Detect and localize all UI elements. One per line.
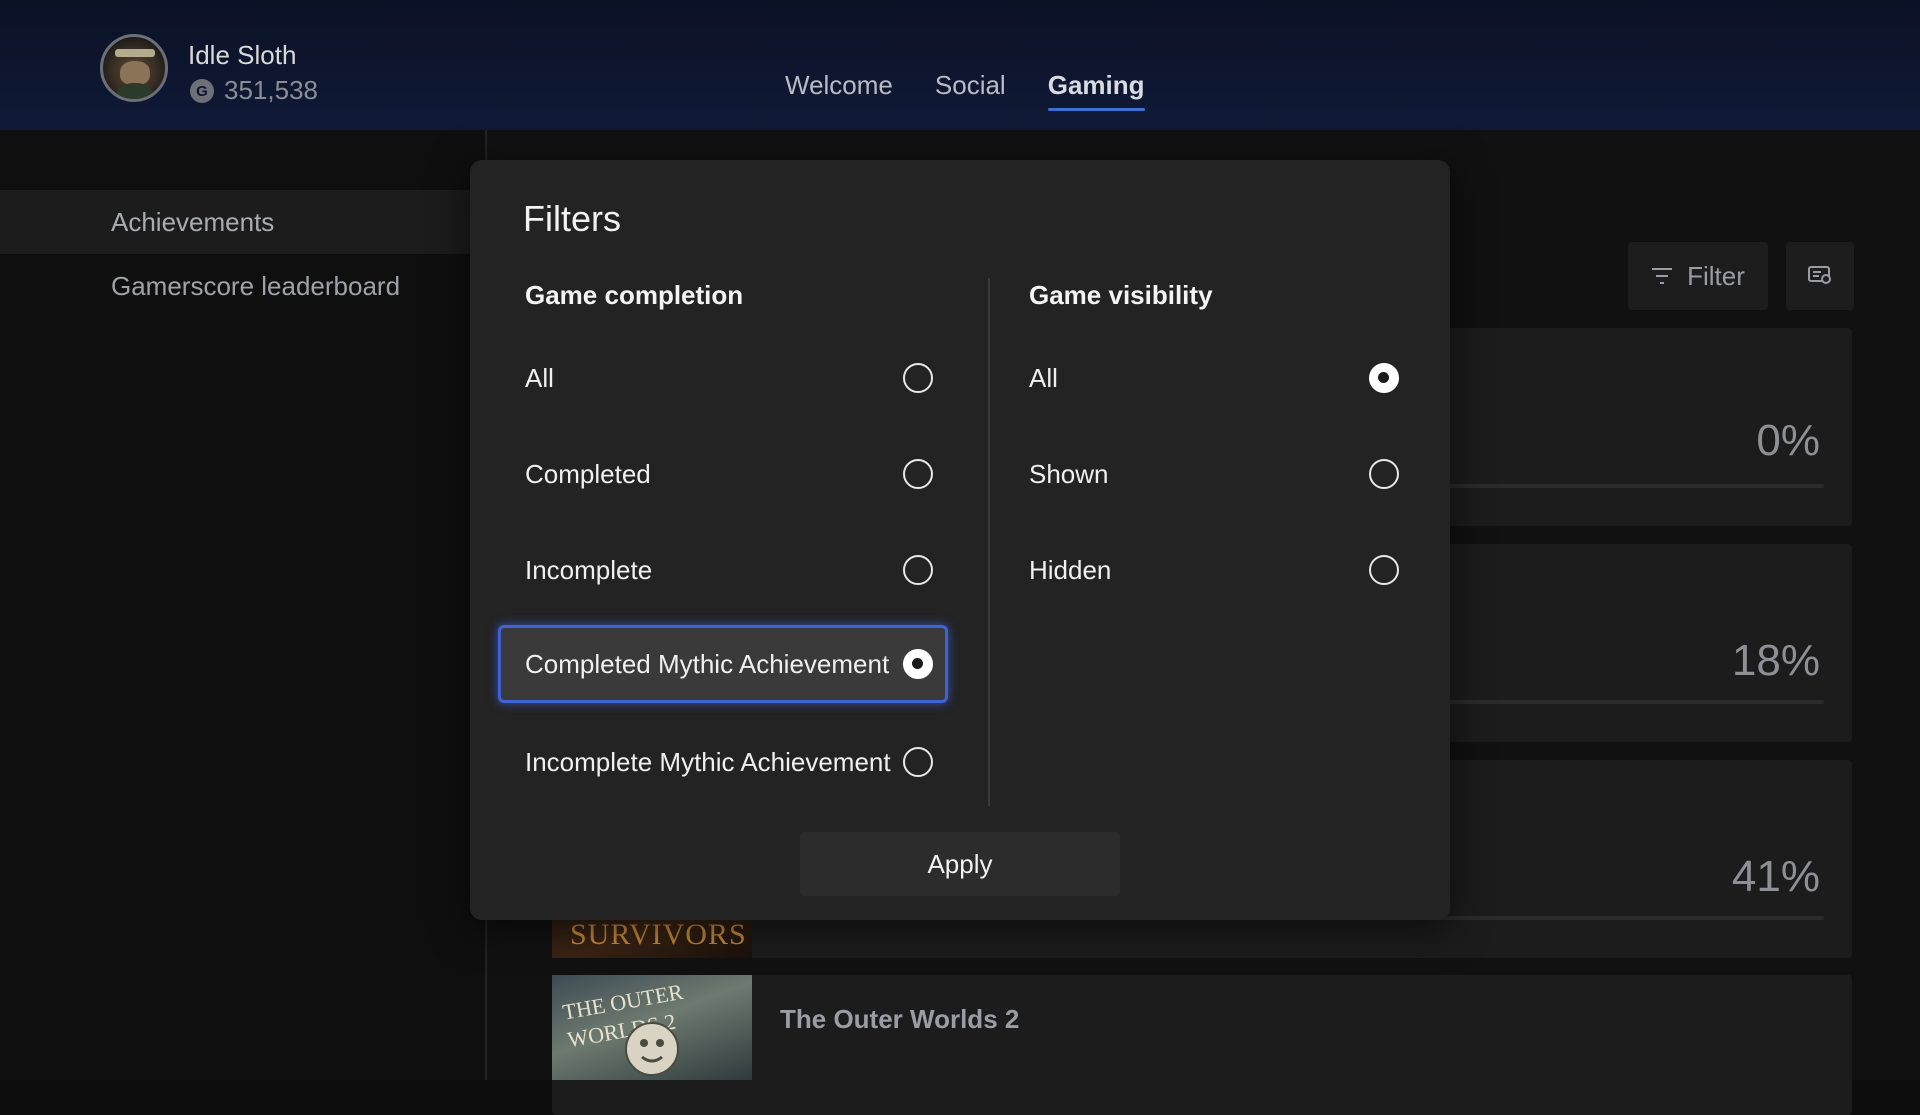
dialog-title: Filters <box>523 198 621 239</box>
completion-option-incomplete-mythic[interactable]: Incomplete Mythic Achievement <box>498 724 948 800</box>
tab-gaming[interactable]: Gaming <box>1047 70 1145 111</box>
option-label: Shown <box>1029 458 1109 489</box>
filter-button-label: Filter <box>1687 260 1745 291</box>
tab-social[interactable]: Social <box>935 70 1006 111</box>
option-label: All <box>525 362 554 393</box>
filters-dialog: Filters Game completion Game visibility … <box>470 160 1450 920</box>
visibility-option-hidden[interactable]: Hidden <box>1002 532 1422 608</box>
radio-button[interactable] <box>903 363 933 393</box>
completion-percent: 0% <box>1756 416 1820 465</box>
option-label: Hidden <box>1029 554 1112 585</box>
radio-button[interactable] <box>903 555 933 585</box>
tab-welcome[interactable]: Welcome <box>785 70 893 111</box>
option-label: Completed <box>525 458 651 489</box>
gamerscore-value: 351,538 <box>224 75 318 105</box>
sidebar-item-achievements[interactable]: Achievements <box>0 190 486 254</box>
completion-option-incomplete[interactable]: Incomplete <box>498 532 948 608</box>
radio-button-selected[interactable] <box>1369 363 1399 393</box>
main-nav: Welcome Social Gaming <box>785 70 1145 111</box>
completion-percent: 41% <box>1731 852 1820 901</box>
option-label: Incomplete Mythic Achievement <box>525 746 891 777</box>
avatar-band <box>115 49 155 57</box>
cover-moon-icon <box>625 1022 679 1076</box>
top-header: Idle Sloth G 351,538 Welcome Social Gami… <box>0 0 1920 130</box>
option-label: Completed Mythic Achievement <box>525 648 890 679</box>
game-title: The Outer Worlds 2 <box>780 1004 1020 1034</box>
apply-button[interactable]: Apply <box>800 832 1120 896</box>
option-label: All <box>1029 362 1058 393</box>
completion-option-completed[interactable]: Completed <box>498 436 948 512</box>
radio-button[interactable] <box>1369 459 1399 489</box>
cover-title-text: SURVIVORS <box>570 918 747 951</box>
option-label: Incomplete <box>525 554 653 585</box>
gamerscore-icon: G <box>190 79 214 103</box>
radio-button[interactable] <box>1369 555 1399 585</box>
game-completion-heading: Game completion <box>525 280 744 310</box>
completion-percent: 18% <box>1731 636 1820 685</box>
view-options-icon <box>1808 266 1831 284</box>
visibility-option-all[interactable]: All <box>1002 340 1422 416</box>
avatar-body <box>113 83 157 99</box>
username: Idle Sloth <box>188 40 297 70</box>
view-options-button[interactable] <box>1786 242 1854 310</box>
game-cover-outer-worlds-2: THE OUTER WORLDS 2 <box>552 975 752 1080</box>
completion-option-all[interactable]: All <box>498 340 948 416</box>
radio-button[interactable] <box>903 747 933 777</box>
avatar-face <box>120 61 150 85</box>
completion-option-completed-mythic[interactable]: Completed Mythic Achievement <box>498 625 948 703</box>
radio-button[interactable] <box>903 459 933 489</box>
game-visibility-heading: Game visibility <box>1029 280 1213 310</box>
avatar[interactable] <box>100 34 168 102</box>
column-divider <box>988 278 990 806</box>
sidebar: Achievements Gamerscore leaderboard <box>0 130 486 1080</box>
filter-icon <box>1652 268 1673 284</box>
filter-button[interactable]: Filter <box>1628 242 1768 310</box>
visibility-option-shown[interactable]: Shown <box>1002 436 1422 512</box>
radio-button-selected[interactable] <box>903 649 933 679</box>
sidebar-item-gamerscore-leaderboard[interactable]: Gamerscore leaderboard <box>0 254 486 318</box>
